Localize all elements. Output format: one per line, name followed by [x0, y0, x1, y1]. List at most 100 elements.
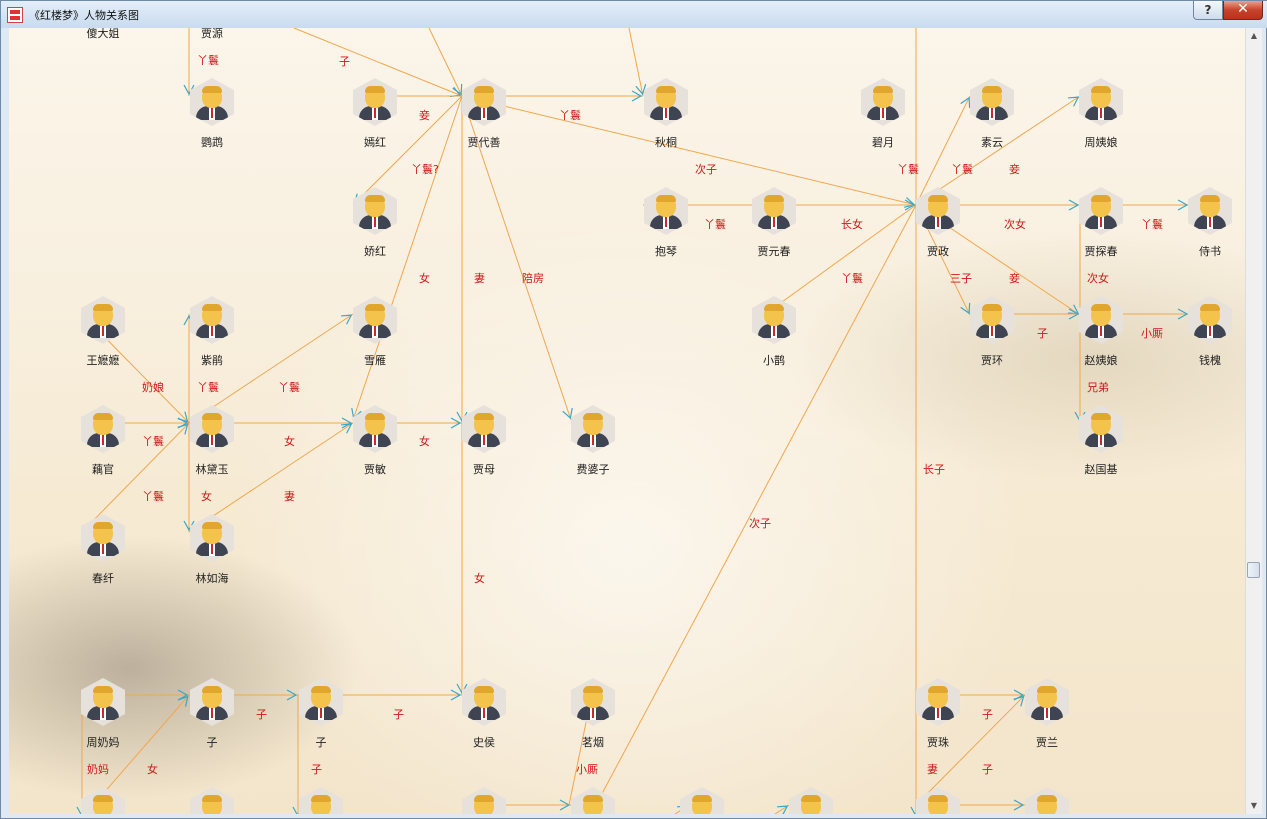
person-node[interactable]: 费婆子	[548, 405, 638, 477]
relation-label: 三子	[950, 272, 972, 285]
vertical-scrollbar[interactable]: ▲ ▼	[1245, 28, 1262, 814]
person-avatar-icon	[1079, 78, 1123, 126]
person-node[interactable]	[167, 787, 257, 814]
person-node[interactable]: 侍书	[1165, 187, 1245, 259]
person-node[interactable]: 贾探春	[1056, 187, 1146, 259]
person-avatar-icon	[644, 187, 688, 235]
person-avatar-icon	[353, 296, 397, 344]
person-node[interactable]: 林如海	[167, 514, 257, 586]
person-name: 子	[315, 736, 327, 749]
person-node[interactable]: 贾敏	[330, 405, 420, 477]
person-node[interactable]	[276, 787, 366, 814]
person-node[interactable]	[439, 787, 529, 814]
person-node[interactable]: 秋桐	[621, 78, 711, 150]
person-node[interactable]: 雪雁	[330, 296, 420, 368]
relation-label: 女	[419, 435, 430, 448]
relation-label: 妻	[474, 272, 485, 285]
person-node[interactable]: 贾元春	[729, 187, 819, 259]
person-node[interactable]	[548, 787, 638, 814]
relationship-graph-canvas[interactable]: 傻大姐 贾源 鹦鹉 嫣红 贾代善 秋桐 碧月 素云 周姨娘 娇红 抱琴 贾元春 …	[9, 28, 1245, 814]
person-name: 林如海	[195, 572, 229, 585]
person-node[interactable]: 赵姨娘	[1056, 296, 1146, 368]
person-name: 贾代善	[467, 136, 501, 149]
person-node[interactable]	[657, 787, 747, 814]
person-node[interactable]: 王嬷嬷	[58, 296, 148, 368]
relation-label: 丫鬟	[197, 381, 219, 394]
person-avatar-icon	[571, 678, 615, 726]
person-node[interactable]: 娇红	[330, 187, 420, 259]
person-node[interactable]: 史侯	[439, 678, 529, 750]
relation-label: 子	[982, 763, 993, 776]
person-avatar-icon	[299, 787, 343, 814]
person-node[interactable]: 贾母	[439, 405, 529, 477]
relation-label: 次子	[695, 163, 717, 176]
person-avatar-icon	[462, 405, 506, 453]
relation-label: 陪房	[522, 272, 544, 285]
person-name: 藕官	[92, 463, 114, 476]
person-node[interactable]: 贾政	[893, 187, 983, 259]
relation-label: 兄弟	[1087, 381, 1109, 394]
relation-label: 次子	[749, 517, 771, 530]
person-name: 傻大姐	[86, 28, 120, 40]
relation-label: 长女	[841, 218, 863, 231]
relation-label: 子	[982, 708, 993, 721]
scroll-thumb[interactable]	[1247, 562, 1260, 578]
person-avatar-icon	[1188, 187, 1232, 235]
person-node[interactable]: 茗烟	[548, 678, 638, 750]
title-bar[interactable]: 《红楼梦》人物关系图 ? ✕	[1, 1, 1267, 28]
person-avatar-icon	[190, 678, 234, 726]
person-node[interactable]: 贾珠	[893, 678, 983, 750]
person-node[interactable]: 抱琴	[621, 187, 711, 259]
person-node[interactable]: 贾源	[167, 28, 257, 41]
person-avatar-icon	[1079, 296, 1123, 344]
help-button[interactable]: ?	[1193, 1, 1223, 20]
person-node[interactable]: 周奶妈	[58, 678, 148, 750]
person-node[interactable]: 嫣红	[330, 78, 420, 150]
person-name: 贾母	[473, 463, 495, 476]
person-node[interactable]: 碧月	[838, 78, 928, 150]
person-node[interactable]: 藕官	[58, 405, 148, 477]
close-button[interactable]: ✕	[1223, 1, 1263, 20]
person-avatar-icon	[462, 78, 506, 126]
person-node[interactable]: 贾环	[947, 296, 1037, 368]
person-node[interactable]: 傻大姐	[58, 28, 148, 41]
person-node[interactable]: 鹦鹉	[167, 78, 257, 150]
person-node[interactable]: 周姨娘	[1056, 78, 1146, 150]
person-node[interactable]: 春纤	[58, 514, 148, 586]
person-name: 贾元春	[757, 245, 791, 258]
person-avatar-icon	[299, 678, 343, 726]
person-name: 素云	[981, 136, 1003, 149]
relation-label: 小厮	[576, 763, 598, 776]
person-node[interactable]	[893, 787, 983, 814]
person-name: 周姨娘	[1084, 136, 1118, 149]
person-name: 费婆子	[576, 463, 610, 476]
person-node[interactable]: 林黛玉	[167, 405, 257, 477]
person-name: 侍书	[1199, 245, 1221, 258]
person-node[interactable]: 子	[276, 678, 366, 750]
person-node[interactable]: 贾代善	[439, 78, 529, 150]
person-avatar-icon	[1188, 296, 1232, 344]
person-node[interactable]: 素云	[947, 78, 1037, 150]
person-node[interactable]: 赵国基	[1056, 405, 1146, 477]
relation-label: 次女	[1004, 218, 1026, 231]
person-node[interactable]	[58, 787, 148, 814]
relation-label: 女	[474, 572, 485, 585]
person-name: 茗烟	[582, 736, 604, 749]
person-node[interactable]	[766, 787, 856, 814]
person-name: 秋桐	[655, 136, 677, 149]
scroll-up-icon[interactable]: ▲	[1246, 28, 1262, 44]
person-node[interactable]	[1002, 787, 1092, 814]
person-node[interactable]: 贾兰	[1002, 678, 1092, 750]
relation-label: 丫鬟	[278, 381, 300, 394]
relation-label: 子	[393, 708, 404, 721]
person-node[interactable]: 紫鹃	[167, 296, 257, 368]
person-name: 钱槐	[1199, 354, 1221, 367]
person-node[interactable]: 钱槐	[1165, 296, 1245, 368]
scroll-down-icon[interactable]: ▼	[1246, 798, 1262, 814]
person-avatar-icon	[571, 787, 615, 814]
window-title: 《红楼梦》人物关系图	[29, 9, 139, 22]
person-node[interactable]: 子	[167, 678, 257, 750]
person-name: 紫鹃	[201, 354, 223, 367]
person-node[interactable]: 小鹊	[729, 296, 819, 368]
relation-label: 丫鬟	[142, 435, 164, 448]
